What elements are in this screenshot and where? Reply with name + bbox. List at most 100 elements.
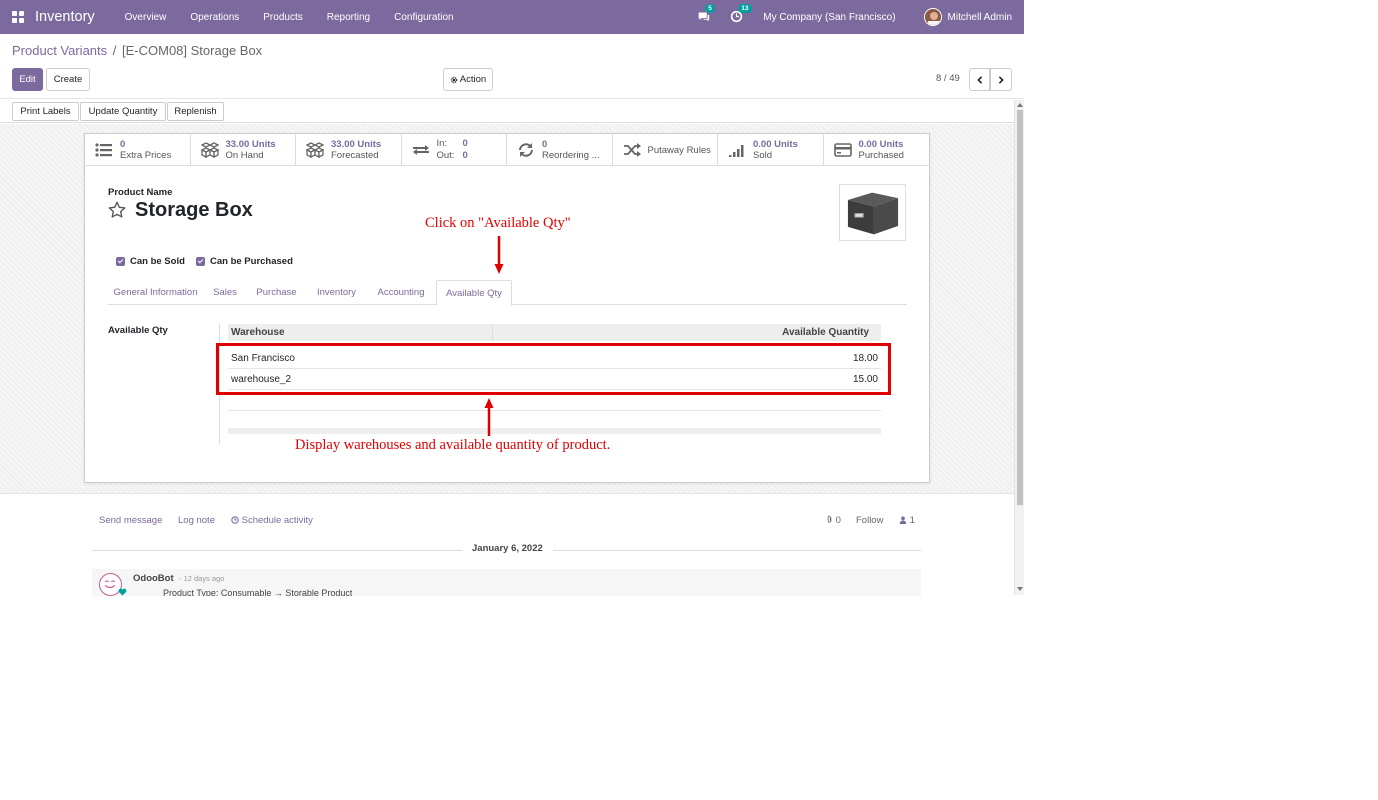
smart-button-purchased[interactable]: 0.00 Units Purchased <box>824 134 930 166</box>
smart-button-sold[interactable]: 0.00 Units Sold <box>718 134 824 166</box>
pager-previous-button[interactable] <box>969 68 990 91</box>
extra-prices-value: 0 <box>120 139 126 150</box>
can-be-purchased-checkbox[interactable]: Can be Purchased <box>196 256 293 267</box>
pager-next-button[interactable] <box>990 68 1012 91</box>
page-scrollbar[interactable] <box>1014 100 1024 595</box>
warehouse-column-header[interactable]: Warehouse <box>231 327 285 338</box>
favorite-star-icon[interactable] <box>108 201 126 219</box>
can-be-sold-checkbox[interactable]: Can be Sold <box>116 256 185 267</box>
chevron-left-icon <box>976 75 982 84</box>
tab-sales[interactable]: Sales <box>205 280 245 305</box>
app-name[interactable]: Inventory <box>35 9 95 25</box>
annotation-click-available-qty: Click on "Available Qty" <box>425 215 571 231</box>
cubes-icon <box>200 142 219 158</box>
annotation-display-warehouses: Display warehouses and available quantit… <box>295 437 611 453</box>
gear-icon <box>450 76 458 83</box>
attachments-count: 0 <box>835 515 841 526</box>
extra-prices-label: Extra Prices <box>120 150 172 161</box>
available-quantity-column-header[interactable]: Available Quantity <box>782 327 869 338</box>
menu-products[interactable]: Products <box>263 12 302 23</box>
can-be-purchased-label: Can be Purchased <box>210 256 293 267</box>
send-message-button[interactable]: Send message <box>99 515 162 526</box>
product-name-label: Product Name <box>108 187 173 198</box>
scroll-thumb[interactable] <box>1017 110 1023 505</box>
user-avatar[interactable] <box>923 8 942 26</box>
form-sheet: 0 Extra Prices 33.00 Units On Hand 33.00 U… <box>84 133 930 483</box>
create-button[interactable]: Create <box>46 68 90 91</box>
annotation-arrow-down <box>494 236 504 274</box>
update-quantity-button[interactable]: Update Quantity <box>80 102 166 121</box>
scroll-down-arrow-icon[interactable] <box>1017 587 1023 591</box>
menu-overview[interactable]: Overview <box>125 12 167 23</box>
top-navbar: Inventory Overview Operations Products R… <box>0 0 1024 34</box>
date-separator: January 6, 2022 <box>462 543 553 554</box>
clock-icon <box>231 516 239 524</box>
schedule-activity-label: Schedule activity <box>241 515 313 526</box>
smart-button-extra-prices[interactable]: 0 Extra Prices <box>85 134 191 166</box>
reordering-label: Reordering ... <box>542 150 600 161</box>
column-divider <box>492 324 493 341</box>
activities-clock-icon[interactable]: 13 <box>730 4 752 24</box>
list-icon <box>95 142 113 158</box>
smart-button-reordering[interactable]: 0 Reordering ... <box>507 134 613 166</box>
print-labels-button[interactable]: Print Labels <box>12 102 79 121</box>
form-statusbar: Print Labels Update Quantity Replenish <box>0 98 1024 123</box>
apps-menu-icon[interactable] <box>12 10 25 24</box>
smart-button-putaway-rules[interactable]: Putaway Rules <box>613 134 718 166</box>
action-button[interactable]: Action <box>443 68 493 91</box>
followers-button[interactable]: 1 <box>899 515 915 526</box>
user-menu[interactable]: Mitchell Admin <box>948 12 1012 23</box>
form-tabs: General Information Sales Purchase Inven… <box>108 280 907 306</box>
breadcrumb-separator: / <box>112 43 117 58</box>
menu-operations[interactable]: Operations <box>190 12 239 23</box>
checkbox-checked-icon <box>116 257 125 266</box>
smart-button-in-out[interactable]: In: 0 Out: 0 <box>402 134 507 166</box>
tab-accounting[interactable]: Accounting <box>368 280 434 305</box>
sold-label: Sold <box>753 150 773 161</box>
replenish-button[interactable]: Replenish <box>167 102 224 121</box>
pager-value[interactable]: 8 / 49 <box>936 73 960 84</box>
product-name[interactable]: Storage Box <box>135 199 253 222</box>
out-label: Out: <box>436 150 455 161</box>
message-body: Product Type: Consumable → Storable Prod… <box>163 588 353 596</box>
attachments-button[interactable]: 0 <box>826 515 841 526</box>
messages-badge: 5 <box>705 4 715 13</box>
breadcrumb-current: [E-COM08] Storage Box <box>122 43 263 58</box>
random-icon <box>623 142 641 158</box>
signal-icon <box>728 142 746 158</box>
sold-value: 0.00 Units <box>753 139 798 150</box>
message-author[interactable]: OdooBot <box>133 573 174 584</box>
tab-general-information[interactable]: General Information <box>108 280 203 305</box>
checkbox-checked-icon <box>196 257 205 266</box>
action-label: Action <box>459 74 487 85</box>
schedule-activity-button[interactable]: Schedule activity <box>231 515 313 526</box>
tab-inventory[interactable]: Inventory <box>308 280 365 305</box>
menu-configuration[interactable]: Configuration <box>394 12 453 23</box>
follow-button[interactable]: Follow <box>856 515 883 526</box>
edit-button[interactable]: Edit <box>12 68 43 91</box>
purchased-label: Purchased <box>858 150 904 161</box>
product-image[interactable] <box>839 184 906 241</box>
breadcrumb-parent[interactable]: Product Variants <box>12 43 107 58</box>
smart-buttons: 0 Extra Prices 33.00 Units On Hand 33.00 U… <box>85 134 929 166</box>
chevron-right-icon <box>998 75 1004 84</box>
annotation-arrow-up <box>484 398 494 436</box>
tab-purchase[interactable]: Purchase <box>248 280 305 305</box>
menu-reporting[interactable]: Reporting <box>327 12 370 23</box>
company-switcher[interactable]: My Company (San Francisco) <box>763 12 895 23</box>
scroll-up-arrow-icon[interactable] <box>1017 103 1023 107</box>
annotation-highlight-box <box>216 343 891 395</box>
log-note-button[interactable]: Log note <box>178 515 215 526</box>
on-hand-label: On Hand <box>225 150 264 161</box>
online-heart-icon <box>118 588 127 596</box>
messages-icon[interactable]: 5 <box>697 4 715 24</box>
activities-badge: 13 <box>738 4 752 13</box>
smart-button-on-hand[interactable]: 33.00 Units On Hand <box>191 134 296 166</box>
available-qty-label: Available Qty <box>108 325 168 336</box>
credit-card-icon <box>833 142 852 158</box>
putaway-rules-label: Putaway Rules <box>647 144 711 156</box>
smart-button-forecasted[interactable]: 33.00 Units Forecasted <box>296 134 402 166</box>
refresh-icon <box>517 142 535 158</box>
tab-available-qty[interactable]: Available Qty <box>436 280 512 306</box>
reordering-value: 0 <box>542 139 548 150</box>
